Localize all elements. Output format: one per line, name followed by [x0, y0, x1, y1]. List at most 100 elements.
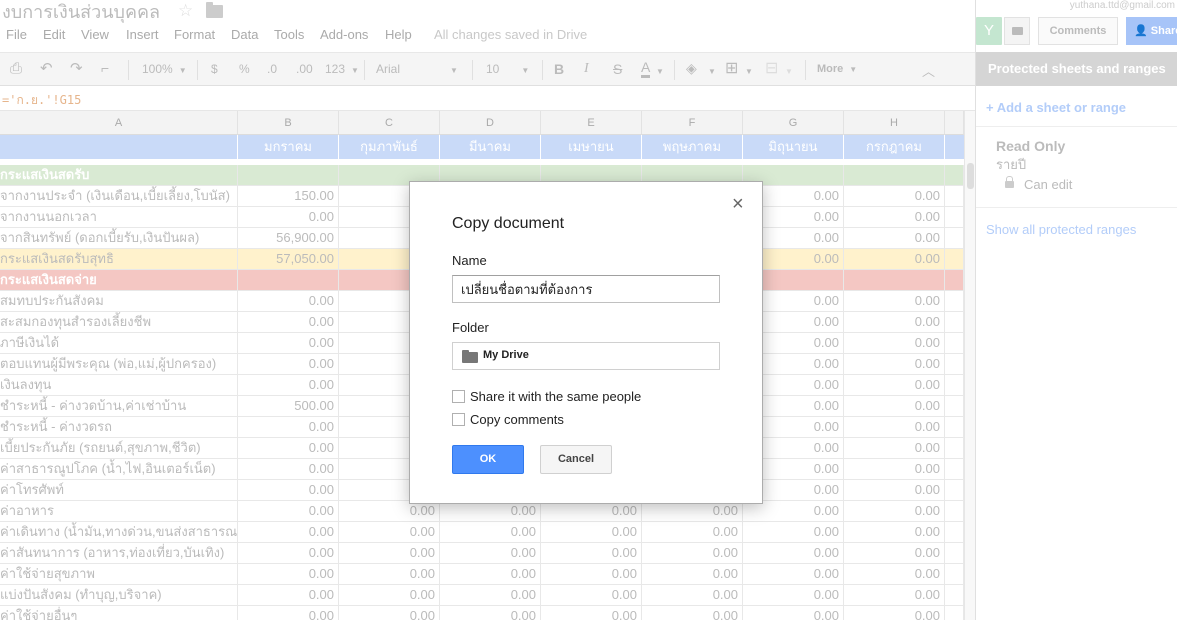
value-cell[interactable]: 0.00: [238, 207, 339, 227]
value-cell[interactable]: 0.00: [743, 501, 844, 521]
ok-button[interactable]: OK: [452, 445, 524, 474]
fill-color-icon[interactable]: ◈: [686, 60, 697, 77]
folder-icon[interactable]: [206, 2, 223, 18]
value-cell[interactable]: 0.00: [238, 375, 339, 395]
value-cell[interactable]: 0.00: [238, 354, 339, 374]
close-icon[interactable]: ×: [732, 194, 744, 214]
menu-file[interactable]: File: [6, 27, 27, 42]
increase-decimals-button[interactable]: .00: [296, 62, 313, 76]
value-cell[interactable]: 0.00: [642, 522, 743, 542]
value-cell[interactable]: 0.00: [743, 606, 844, 620]
value-cell[interactable]: 0.00: [238, 333, 339, 353]
row-label-cell[interactable]: จากสินทรัพย์ (ดอกเบี้ยรับ,เงินปันผล): [0, 228, 238, 248]
value-cell[interactable]: 0.00: [339, 585, 440, 605]
save-status[interactable]: All changes saved in Drive: [434, 27, 587, 42]
value-cell[interactable]: 0.00: [844, 585, 945, 605]
value-cell-partial[interactable]: [945, 606, 964, 620]
percent-button[interactable]: %: [239, 62, 250, 76]
chat-button[interactable]: [1004, 17, 1030, 45]
month-header-cell[interactable]: มิถุนายน: [743, 135, 844, 159]
row-label-cell[interactable]: กระแสเงินสดรับสุทธิ: [0, 249, 238, 269]
formula-bar[interactable]: ='ก.ย.'!G15: [0, 87, 975, 111]
share-same-people-checkbox[interactable]: [452, 390, 465, 403]
value-cell[interactable]: 0.00: [844, 606, 945, 620]
value-cell[interactable]: 0.00: [238, 522, 339, 542]
cancel-button[interactable]: Cancel: [540, 445, 612, 474]
row-label-cell[interactable]: กระแสเงินสดจ่าย: [0, 270, 238, 290]
scrollbar-thumb[interactable]: [967, 163, 974, 189]
value-cell[interactable]: 0.00: [238, 543, 339, 563]
bold-button[interactable]: B: [554, 61, 564, 77]
month-header-cell[interactable]: กรกฎาคม: [844, 135, 945, 159]
value-cell[interactable]: 500.00: [238, 396, 339, 416]
value-cell[interactable]: 150.00: [238, 186, 339, 206]
value-cell-partial[interactable]: [945, 165, 964, 185]
copy-comments-label[interactable]: Copy comments: [470, 412, 564, 427]
column-header-a[interactable]: A: [0, 111, 238, 135]
folder-picker[interactable]: My Drive: [452, 342, 720, 370]
value-cell[interactable]: 0.00: [541, 522, 642, 542]
value-cell[interactable]: 0.00: [238, 564, 339, 584]
value-cell[interactable]: [844, 165, 945, 185]
value-cell-partial[interactable]: [945, 396, 964, 416]
value-cell[interactable]: 0.00: [238, 291, 339, 311]
value-cell-partial[interactable]: [945, 333, 964, 353]
zoom-select[interactable]: 100% ▼: [142, 62, 187, 76]
value-cell-partial[interactable]: [945, 291, 964, 311]
font-size-select[interactable]: 10 ▼: [486, 62, 529, 76]
document-title[interactable]: งบการเงินส่วนบุคคล: [2, 0, 160, 24]
value-cell-partial[interactable]: [945, 249, 964, 269]
column-header-f[interactable]: F: [642, 111, 743, 135]
account-email[interactable]: yuthana.ttd@gmail.com: [1070, 0, 1175, 11]
add-sheet-or-range-link[interactable]: + Add a sheet or range: [986, 100, 1126, 115]
column-header-d[interactable]: D: [440, 111, 541, 135]
value-cell-partial[interactable]: [945, 417, 964, 437]
row-label-cell[interactable]: ค่าสาธารณูปโภค (น้ำ,ไฟ,อินเตอร์เน็ต): [0, 459, 238, 479]
value-cell[interactable]: 0.00: [844, 438, 945, 458]
value-cell[interactable]: 0.00: [238, 438, 339, 458]
collapse-toolbar-icon[interactable]: ︿: [922, 61, 935, 80]
value-cell[interactable]: 0.00: [238, 606, 339, 620]
value-cell[interactable]: 0.00: [844, 480, 945, 500]
chevron-down-icon[interactable]: ▼: [708, 67, 716, 76]
protected-range-title[interactable]: Read Only: [996, 138, 1065, 154]
month-header-cell[interactable]: มีนาคม: [440, 135, 541, 159]
chevron-down-icon[interactable]: ▼: [656, 67, 664, 76]
value-cell[interactable]: 0.00: [743, 543, 844, 563]
value-cell[interactable]: 0.00: [339, 606, 440, 620]
row-label-cell[interactable]: ค่าใช้จ่ายอื่นๆ: [0, 606, 238, 620]
value-cell[interactable]: 0.00: [238, 459, 339, 479]
value-cell[interactable]: 0.00: [541, 564, 642, 584]
menu-tools[interactable]: Tools: [274, 27, 304, 42]
row-label-cell[interactable]: เบี้ยประกันภัย (รถยนต์,สุขภาพ,ชีวิต): [0, 438, 238, 458]
row-label-cell[interactable]: ค่าโทรศัพท์: [0, 480, 238, 500]
row-label-cell[interactable]: จากงานนอกเวลา: [0, 207, 238, 227]
number-format-select[interactable]: 123 ▼: [325, 62, 359, 76]
menu-format[interactable]: Format: [174, 27, 215, 42]
value-cell-partial[interactable]: [945, 207, 964, 227]
value-cell-partial[interactable]: [945, 228, 964, 248]
column-header-partial[interactable]: [945, 111, 964, 135]
column-header-b[interactable]: B: [238, 111, 339, 135]
menu-data[interactable]: Data: [231, 27, 258, 42]
value-cell-partial[interactable]: [945, 480, 964, 500]
value-cell[interactable]: 0.00: [541, 501, 642, 521]
star-icon[interactable]: ☆: [178, 1, 193, 21]
value-cell-partial[interactable]: [945, 354, 964, 374]
row-label-cell[interactable]: เงินลงทุน: [0, 375, 238, 395]
value-cell[interactable]: 0.00: [238, 501, 339, 521]
value-cell[interactable]: 0.00: [844, 312, 945, 332]
value-cell[interactable]: 0.00: [844, 354, 945, 374]
font-select[interactable]: Arial ▼: [376, 62, 458, 76]
value-cell[interactable]: 0.00: [743, 585, 844, 605]
value-cell[interactable]: 0.00: [844, 543, 945, 563]
value-cell[interactable]: 0.00: [440, 522, 541, 542]
borders-icon[interactable]: ⊞: [725, 58, 738, 78]
row-label-cell[interactable]: ค่าอาหาร: [0, 501, 238, 521]
value-cell-partial[interactable]: [945, 186, 964, 206]
value-cell[interactable]: 0.00: [642, 585, 743, 605]
month-header-cell[interactable]: มกราคม: [238, 135, 339, 159]
value-cell[interactable]: 0.00: [339, 564, 440, 584]
value-cell[interactable]: 0.00: [238, 480, 339, 500]
value-cell-partial[interactable]: [945, 585, 964, 605]
